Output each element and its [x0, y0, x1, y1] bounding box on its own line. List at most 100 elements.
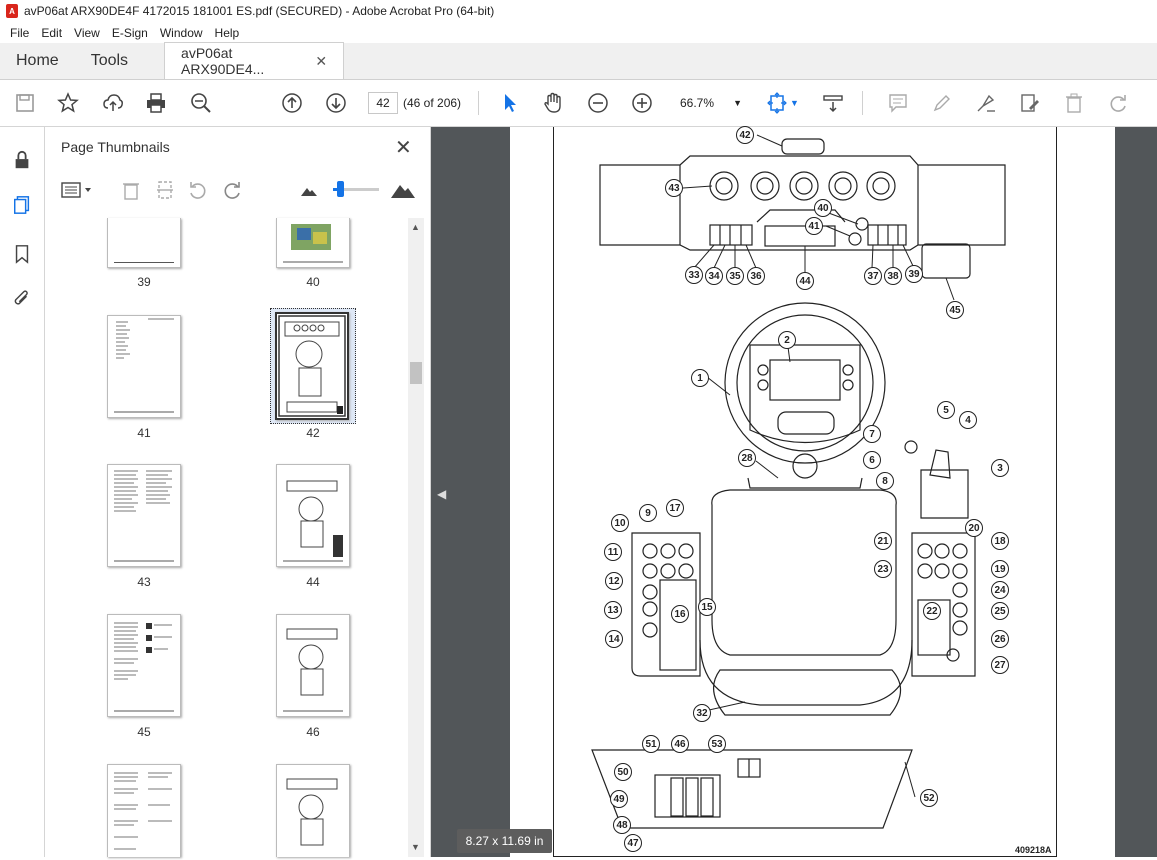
- callout-43: 43: [665, 179, 683, 197]
- panel-toolbar: [45, 175, 431, 205]
- page-fit-chevron-icon[interactable]: ▼: [790, 98, 799, 108]
- thumbnail-image: [114, 772, 172, 850]
- page-thumbnail-48[interactable]: [276, 764, 350, 857]
- rotate-left-icon[interactable]: [187, 179, 209, 204]
- zoom-out-icon[interactable]: [585, 90, 611, 116]
- menu-edit[interactable]: Edit: [35, 26, 68, 40]
- slider-handle[interactable]: [337, 181, 344, 197]
- page-thumbnails-icon[interactable]: [10, 193, 34, 217]
- print-icon[interactable]: [143, 90, 169, 116]
- scroll-down-icon[interactable]: ▼: [411, 842, 420, 852]
- star-icon[interactable]: [55, 90, 81, 116]
- callout-15: 15: [698, 598, 716, 616]
- attachment-icon[interactable]: [10, 287, 34, 311]
- thumbnail-label: 44: [306, 575, 320, 589]
- callout-11: 11: [604, 543, 622, 561]
- thumbnails-scrollbar[interactable]: [408, 218, 424, 857]
- next-page-icon[interactable]: [323, 90, 349, 116]
- callout-35: 35: [726, 267, 744, 285]
- thumbnail-label: 43: [137, 575, 151, 589]
- page-fit-icon[interactable]: [764, 90, 790, 116]
- select-cursor-icon[interactable]: [497, 90, 523, 116]
- menu-window[interactable]: Window: [154, 26, 209, 40]
- page-thumbnail-45[interactable]: [107, 614, 181, 717]
- highlight-pen-icon[interactable]: [929, 90, 955, 116]
- save-icon[interactable]: [12, 90, 38, 116]
- callout-20: 20: [965, 519, 983, 537]
- close-tab-icon[interactable]: ✕: [315, 53, 327, 70]
- callout-5: 5: [937, 401, 955, 419]
- callout-13: 13: [604, 601, 622, 619]
- extract-page-icon[interactable]: [155, 179, 175, 204]
- menu-file[interactable]: File: [4, 26, 35, 40]
- zoom-in-icon[interactable]: [629, 90, 655, 116]
- thumbnail-image: [283, 224, 343, 263]
- page-thumbnail-46[interactable]: [276, 614, 350, 717]
- large-thumbnail-icon[interactable]: [391, 181, 415, 202]
- page-thumbnail-47[interactable]: [107, 764, 181, 857]
- toolbar-divider: [478, 91, 479, 115]
- callout-25: 25: [991, 602, 1009, 620]
- page-thumbnail-44[interactable]: [276, 464, 350, 567]
- callout-49: 49: [610, 790, 628, 808]
- chevron-down-icon: ▼: [733, 98, 742, 108]
- page-size-badge: 8.27 x 11.69 in: [457, 829, 552, 853]
- redo-icon[interactable]: [1105, 90, 1131, 116]
- scrollbar-thumb[interactable]: [410, 362, 422, 384]
- page-number-input[interactable]: 42: [368, 92, 398, 114]
- thumbnail-image: [114, 470, 174, 562]
- callout-45: 45: [946, 301, 964, 319]
- panel-title: Page Thumbnails: [61, 139, 170, 155]
- callout-6: 6: [863, 451, 881, 469]
- rotate-right-icon[interactable]: [221, 179, 243, 204]
- upload-cloud-icon[interactable]: [100, 90, 126, 116]
- page-thumbnail-40[interactable]: [276, 218, 350, 268]
- toolbar-divider: [862, 91, 863, 115]
- callout-24: 24: [991, 581, 1009, 599]
- tab-home[interactable]: Home: [0, 42, 75, 79]
- scroll-up-icon[interactable]: ▲: [411, 222, 420, 232]
- menu-view[interactable]: View: [68, 26, 106, 40]
- tab-document[interactable]: avP06at ARX90DE4... ✕: [164, 42, 345, 79]
- bookmark-icon[interactable]: [10, 242, 34, 266]
- scroll-mode-icon[interactable]: [820, 90, 846, 116]
- page-thumbnail-39[interactable]: [107, 218, 181, 268]
- page-thumbnail-41[interactable]: [107, 315, 181, 418]
- delete-icon[interactable]: [1061, 90, 1087, 116]
- previous-page-icon[interactable]: [279, 90, 305, 116]
- callout-21: 21: [874, 532, 892, 550]
- callout-34: 34: [705, 267, 723, 285]
- collapse-panel-icon[interactable]: ◀: [437, 487, 446, 501]
- zoom-search-icon[interactable]: [188, 90, 214, 116]
- callout-8: 8: [876, 472, 894, 490]
- menu-esign[interactable]: E-Sign: [106, 26, 154, 40]
- small-thumbnail-icon[interactable]: [301, 185, 317, 200]
- callout-44: 44: [796, 272, 814, 290]
- zoom-level-select[interactable]: 66.7% ▼: [676, 92, 746, 114]
- menu-help[interactable]: Help: [209, 26, 246, 40]
- edit-pdf-icon[interactable]: [1017, 90, 1043, 116]
- thumbnails-panel: Page Thumbnails ✕: [45, 127, 431, 857]
- delete-page-icon[interactable]: [121, 179, 141, 204]
- hand-tool-icon[interactable]: [540, 90, 566, 116]
- left-rail: [0, 127, 45, 857]
- callout-19: 19: [991, 560, 1009, 578]
- callout-9: 9: [639, 504, 657, 522]
- page-thumbnail-43[interactable]: [107, 464, 181, 567]
- callout-52: 52: [920, 789, 938, 807]
- thumbnail-image: [114, 622, 174, 712]
- callout-41: 41: [805, 217, 823, 235]
- close-panel-icon[interactable]: ✕: [395, 135, 412, 160]
- callout-7: 7: [863, 425, 881, 443]
- callout-3: 3: [991, 459, 1009, 477]
- comment-icon[interactable]: [885, 90, 911, 116]
- page-thumbnail-42[interactable]: [275, 312, 349, 420]
- thumbnail-options-icon[interactable]: [61, 181, 95, 202]
- callout-32: 32: [693, 704, 711, 722]
- tab-tools[interactable]: Tools: [75, 42, 144, 79]
- lock-icon[interactable]: [10, 148, 34, 172]
- thumbnail-label: 46: [306, 725, 320, 739]
- sign-pen-icon[interactable]: [973, 90, 999, 116]
- callout-42: 42: [736, 126, 754, 144]
- callout-16: 16: [671, 605, 689, 623]
